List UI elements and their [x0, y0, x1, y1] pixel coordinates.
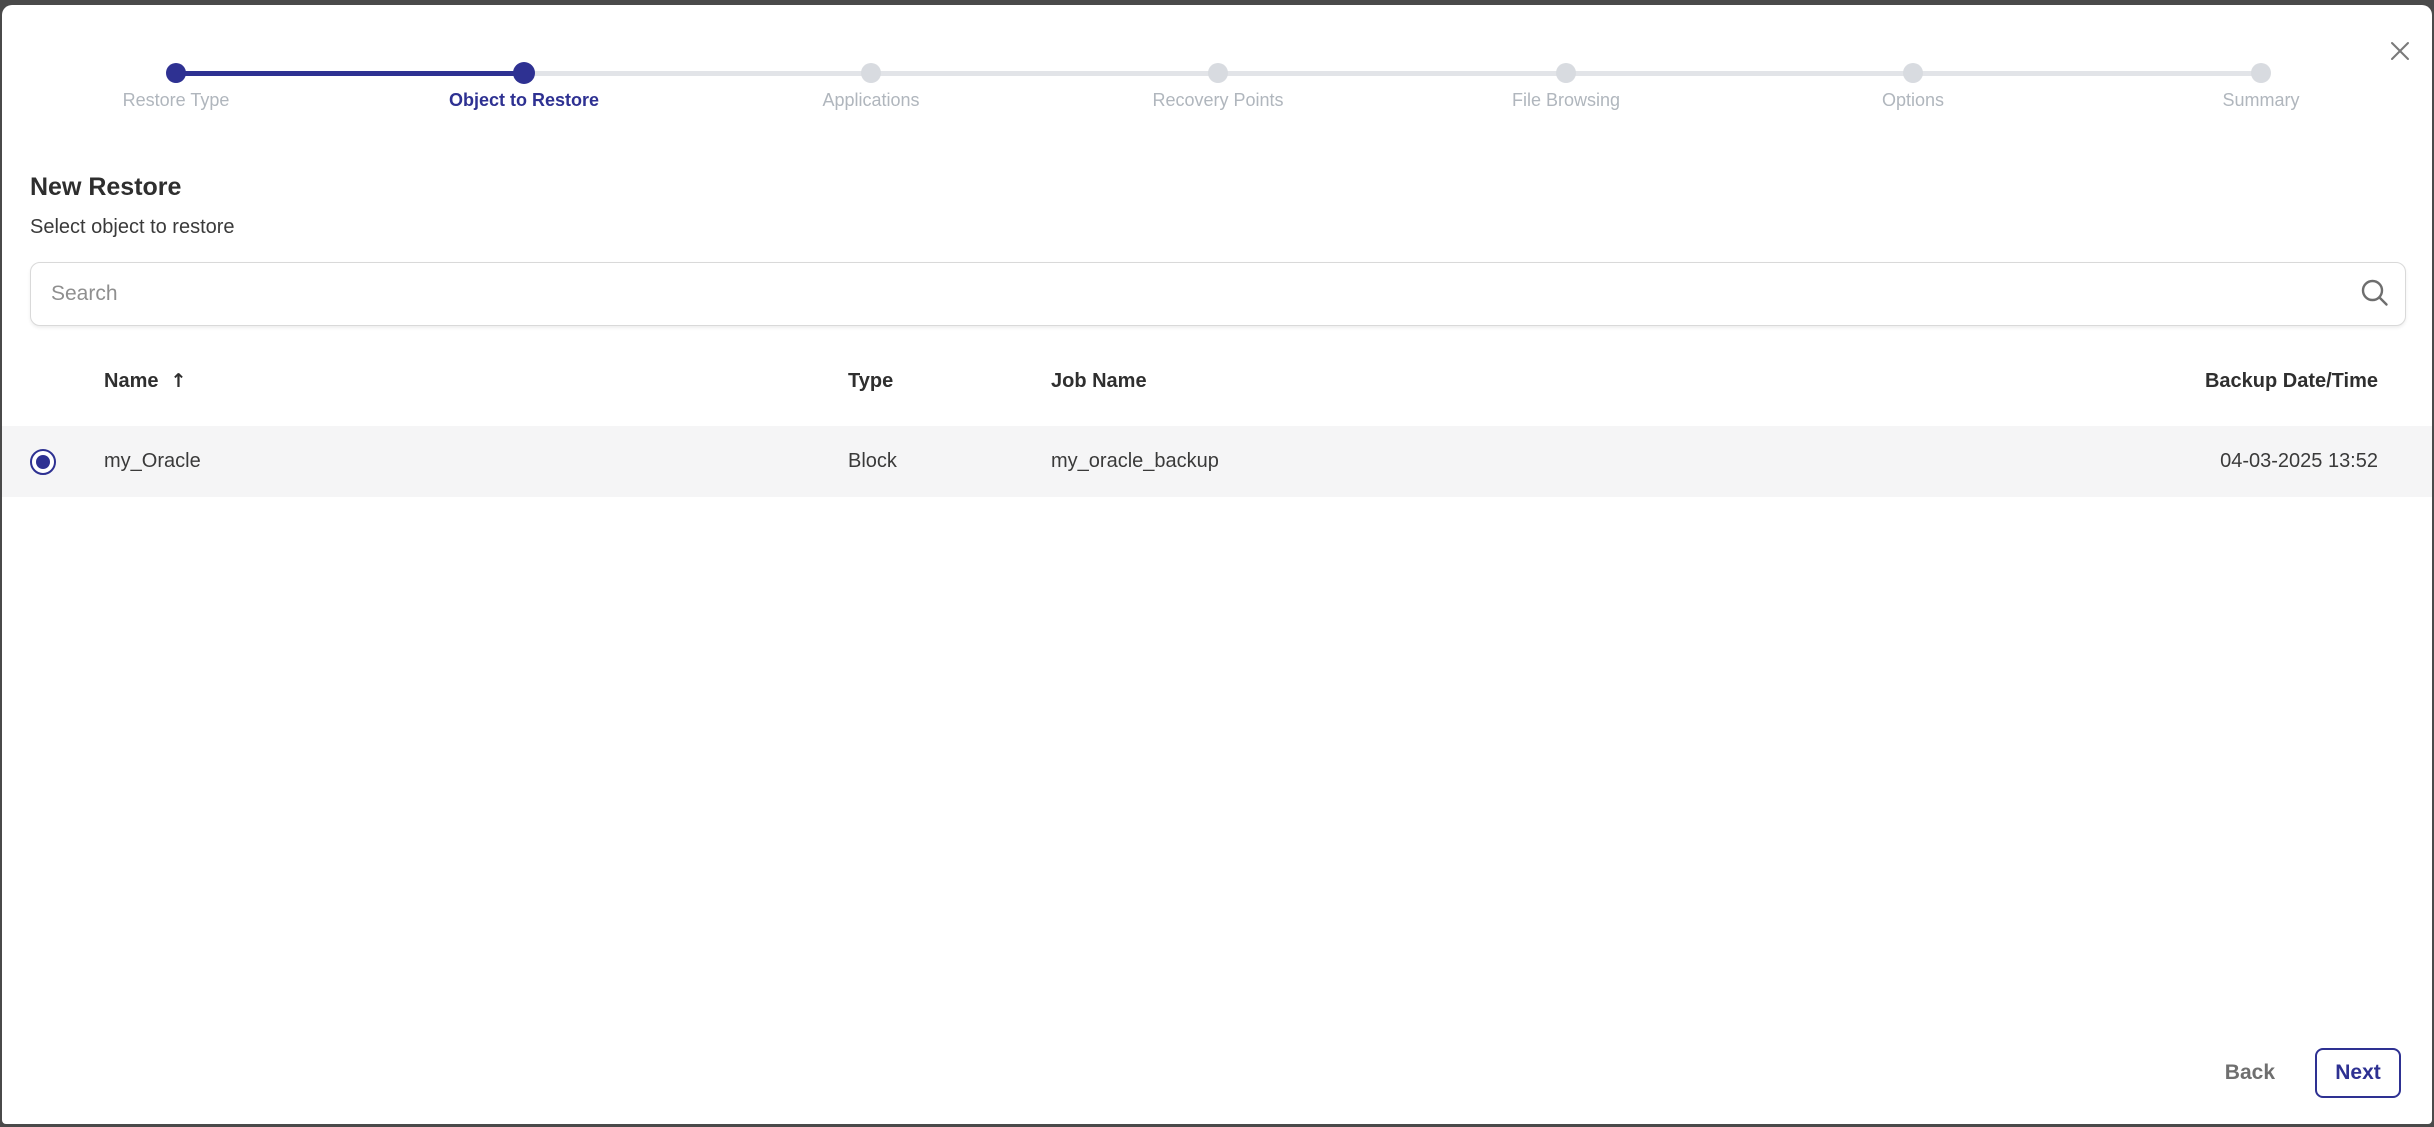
step-label-object-to-restore[interactable]: Object to Restore: [364, 90, 684, 111]
radio-dot: [36, 455, 50, 469]
back-button[interactable]: Back: [2219, 1051, 2281, 1095]
stepper-progress-line: [176, 71, 524, 76]
step-label-options[interactable]: Options: [1753, 90, 2073, 111]
row-cell-job-name: my_oracle_backup: [1051, 450, 2012, 473]
step-label-recovery-points[interactable]: Recovery Points: [1058, 90, 1378, 111]
step-label-restore-type[interactable]: Restore Type: [16, 90, 336, 111]
step-dot-applications[interactable]: [861, 63, 881, 83]
page-subtitle: Select object to restore: [30, 216, 235, 239]
close-button[interactable]: [2382, 33, 2418, 69]
step-label-file-browsing[interactable]: File Browsing: [1406, 90, 1726, 111]
row-cell-type: Block: [848, 450, 1051, 473]
sort-ascending-icon[interactable]: ↑: [170, 370, 186, 392]
step-label-applications[interactable]: Applications: [711, 90, 1031, 111]
step-dot-summary[interactable]: [2251, 63, 2271, 83]
row-radio-selected[interactable]: [30, 449, 56, 475]
wizard-footer: Back Next: [2219, 1048, 2401, 1098]
step-dot-recovery-points[interactable]: [1208, 63, 1228, 83]
step-dot-restore-type[interactable]: [166, 63, 186, 83]
table-header-row: Name ↑ Type Job Name Backup Date/Time: [2, 337, 2432, 426]
objects-table: Name ↑ Type Job Name Backup Date/Time my_…: [2, 337, 2432, 497]
search-bar: [30, 262, 2406, 326]
step-dot-options[interactable]: [1903, 63, 1923, 83]
close-icon: [2388, 39, 2412, 63]
step-label-summary[interactable]: Summary: [2101, 90, 2421, 111]
search-icon: [2358, 277, 2392, 311]
step-dot-object-to-restore[interactable]: [513, 62, 535, 84]
search-button[interactable]: [2345, 263, 2405, 325]
step-dot-file-browsing[interactable]: [1556, 63, 1576, 83]
header-cell-name[interactable]: Name ↑: [104, 370, 848, 393]
search-input[interactable]: [31, 263, 2345, 325]
stepper-track-line: [524, 71, 2261, 76]
row-cell-backup-datetime: 04-03-2025 13:52: [2012, 450, 2432, 473]
page-title: New Restore: [30, 173, 181, 202]
header-cell-job-name[interactable]: Job Name: [1051, 370, 2012, 393]
header-cell-type[interactable]: Type: [848, 370, 1051, 393]
wizard-stepper: Restore Type Object to Restore Applicati…: [2, 5, 2432, 125]
header-name-label: Name: [104, 370, 158, 392]
row-cell-name: my_Oracle: [104, 450, 848, 473]
next-button[interactable]: Next: [2315, 1048, 2401, 1098]
new-restore-dialog: Restore Type Object to Restore Applicati…: [2, 5, 2432, 1124]
header-cell-backup-datetime[interactable]: Backup Date/Time: [2012, 370, 2432, 393]
table-row-my-oracle[interactable]: my_Oracle Block my_oracle_backup 04-03-2…: [2, 426, 2432, 497]
dialog-overlay: Restore Type Object to Restore Applicati…: [0, 0, 2434, 1127]
row-select-cell: [2, 449, 104, 475]
